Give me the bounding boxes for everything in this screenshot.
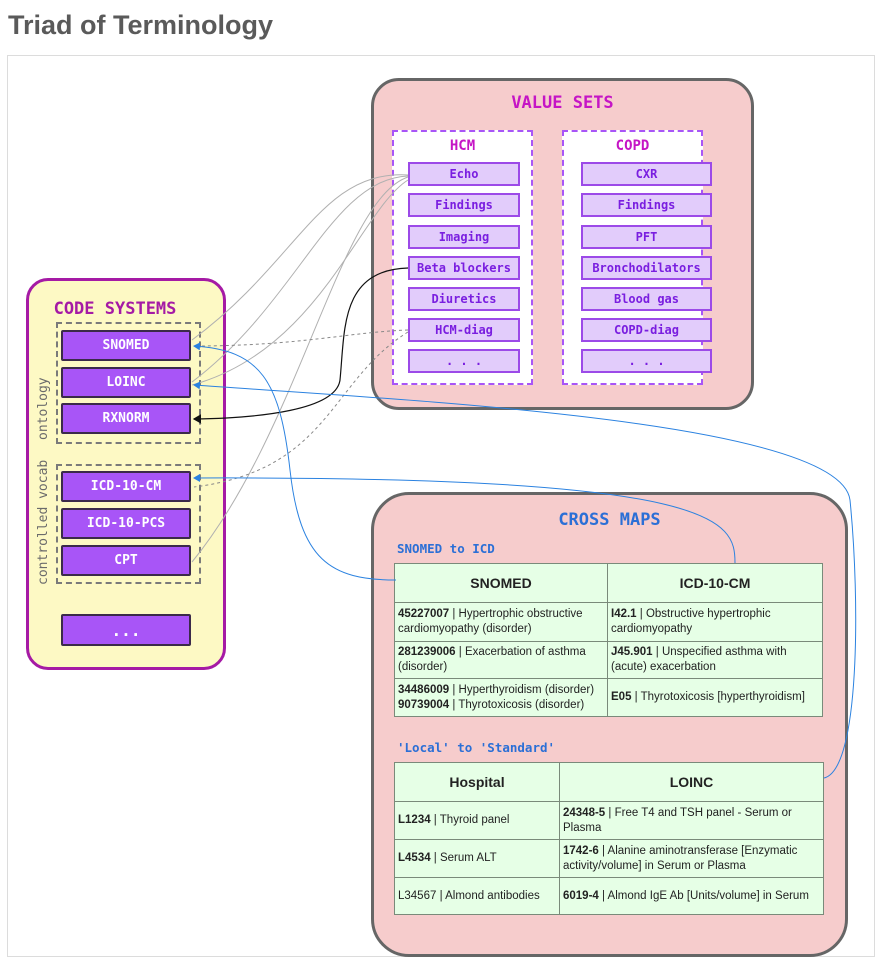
code-description: | Serum ALT xyxy=(430,852,497,864)
code-system-icd-10-pcs[interactable]: ICD-10-PCS xyxy=(61,508,191,539)
code-description: | Thyrotoxicosis [hyperthyroidism] xyxy=(631,691,805,703)
hcm-item-diuretics[interactable]: Diuretics xyxy=(408,287,520,311)
code-system-cpt[interactable]: CPT xyxy=(61,545,191,576)
table-header-row: Hospital LOINC xyxy=(394,762,824,802)
table-row: 45227007 | Hypertrophic obstructive card… xyxy=(394,602,823,642)
code-description: | Alanine aminotransferase [Enzymatic ac… xyxy=(563,844,798,872)
code-value: 45227007 xyxy=(398,608,450,620)
copd-item-more[interactable]: . . . xyxy=(581,349,712,373)
table-cell: 281239006 | Exacerbation of asthma (diso… xyxy=(394,641,608,679)
code-value: 1742-6 xyxy=(563,844,599,857)
code-system-loinc[interactable]: LOINC xyxy=(61,367,191,398)
table-cell: I42.1 | Obstructive hypertrophic cardiom… xyxy=(607,602,823,642)
hcm-item-imaging[interactable]: Imaging xyxy=(408,225,520,249)
table-row: 281239006 | Exacerbation of asthma (diso… xyxy=(394,641,823,679)
column-header: ICD-10-CM xyxy=(607,563,823,603)
table-row: L1234 | Thyroid panel 24348-5 | Free T4 … xyxy=(394,801,824,840)
code-system-snomed[interactable]: SNOMED xyxy=(61,330,191,361)
snomed-to-icd-subtitle: SNOMED to ICD xyxy=(397,541,495,556)
column-header: LOINC xyxy=(559,762,824,802)
ontology-label: ontology xyxy=(36,377,51,440)
code-value: 24348-5 xyxy=(563,806,606,819)
hcm-title: HCM xyxy=(449,138,476,154)
copd-item-findings[interactable]: Findings xyxy=(581,193,712,217)
code-system-icd-10-cm[interactable]: ICD-10-CM xyxy=(61,471,191,502)
table-cell: 34486009 | Hyperthyroidism (disorder) 907… xyxy=(394,678,608,717)
column-header: Hospital xyxy=(394,762,560,802)
code-systems-title: CODE SYSTEMS xyxy=(53,299,177,319)
code-value: J45.901 xyxy=(611,646,653,658)
copd-item-bronchodilators[interactable]: Bronchodilators xyxy=(581,256,712,280)
table-cell: 6019-4 | Almond IgE Ab [Units/volume] in… xyxy=(559,877,824,915)
code-description: | Hyperthyroidism (disorder) xyxy=(449,683,595,696)
code-value: 6019-4 xyxy=(563,889,599,902)
code-description: | Almond IgE Ab [Units/volume] in Serum xyxy=(598,889,809,902)
hcm-item-findings[interactable]: Findings xyxy=(408,193,520,217)
copd-item-cxr[interactable]: CXR xyxy=(581,162,712,186)
copd-title: COPD xyxy=(615,138,650,154)
code-description: | Thyroid panel xyxy=(430,814,510,826)
local-to-standard-subtitle: 'Local' to 'Standard' xyxy=(397,740,556,755)
code-system-rxnorm[interactable]: RXNORM xyxy=(61,403,191,434)
table-cell: L1234 | Thyroid panel xyxy=(394,801,560,840)
table-header-row: SNOMED ICD-10-CM xyxy=(394,563,823,603)
table-row: 34486009 | Hyperthyroidism (disorder) 907… xyxy=(394,678,823,717)
code-description: L34567 | Almond antibodies xyxy=(398,889,540,902)
value-sets-title: VALUE SETS xyxy=(511,93,614,113)
code-value: I42.1 xyxy=(611,608,637,620)
copd-item-copd-diag[interactable]: COPD-diag xyxy=(581,318,712,342)
hcm-item-beta-blockers[interactable]: Beta blockers xyxy=(408,256,520,280)
local-standard-table: Hospital LOINC L1234 | Thyroid panel 243… xyxy=(394,762,824,915)
table-cell: E05 | Thyrotoxicosis [hyperthyroidism] xyxy=(607,678,823,717)
page-title: Triad of Terminology xyxy=(8,10,274,40)
table-cell: L4534 | Serum ALT xyxy=(394,839,560,878)
code-system-more[interactable]: ... xyxy=(61,614,191,646)
table-cell: 24348-5 | Free T4 and TSH panel - Serum … xyxy=(559,801,824,840)
code-value: 90739004 xyxy=(398,698,450,711)
code-value: 34486009 xyxy=(398,683,450,696)
code-value: L1234 xyxy=(398,814,431,826)
hcm-item-more[interactable]: . . . xyxy=(408,349,520,373)
table-row: L34567 | Almond antibodies 6019-4 | Almo… xyxy=(394,877,824,915)
table-cell: J45.901 | Unspecified asthma with (acute… xyxy=(607,641,823,679)
code-value: 281239006 xyxy=(398,646,456,658)
table-cell: 1742-6 | Alanine aminotransferase [Enzym… xyxy=(559,839,824,878)
copd-item-blood-gas[interactable]: Blood gas xyxy=(581,287,712,311)
snomed-icd-table: SNOMED ICD-10-CM 45227007 | Hypertrophic… xyxy=(394,563,823,717)
table-cell: 45227007 | Hypertrophic obstructive card… xyxy=(394,602,608,642)
controlled-vocab-label: controlled vocab xyxy=(36,459,51,585)
code-value: L4534 xyxy=(398,852,431,864)
copd-item-pft[interactable]: PFT xyxy=(581,225,712,249)
hcm-item-hcm-diag[interactable]: HCM-diag xyxy=(408,318,520,342)
cross-maps-title: CROSS MAPS xyxy=(558,510,661,530)
table-row: L4534 | Serum ALT 1742-6 | Alanine amino… xyxy=(394,839,824,878)
column-header: SNOMED xyxy=(394,563,608,603)
table-cell: L34567 | Almond antibodies xyxy=(394,877,560,915)
code-value: E05 xyxy=(611,691,632,703)
hcm-item-echo[interactable]: Echo xyxy=(408,162,520,186)
code-description: | Thyrotoxicosis (disorder) xyxy=(449,698,585,711)
